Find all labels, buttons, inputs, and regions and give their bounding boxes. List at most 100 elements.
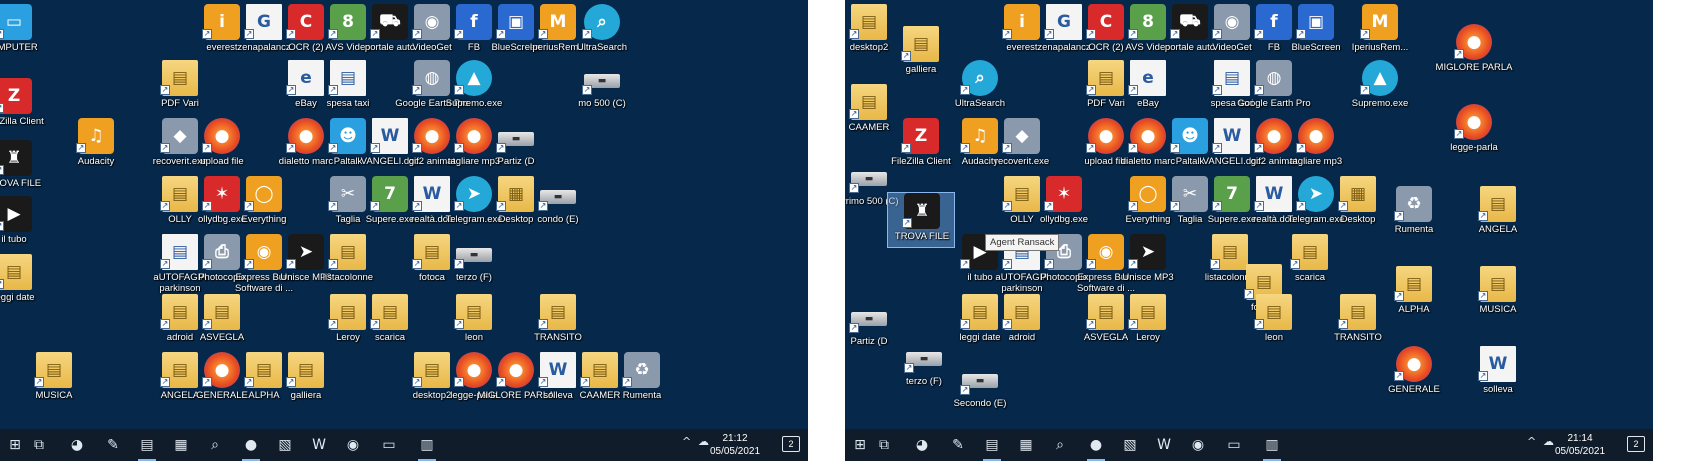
desktop-icon-omputer[interactable]: ▭↗ OMPUTER bbox=[0, 4, 48, 60]
calculator-icon[interactable]: ▦ bbox=[166, 433, 196, 457]
desktop-icon-musica[interactable]: ▤ ↗ MUSICA bbox=[20, 352, 88, 408]
shortcut-arrow-icon: ↗ bbox=[244, 259, 254, 269]
desktop-icon-asvegla[interactable]: ▤ ↗ ASVEGLA bbox=[188, 294, 256, 350]
desktop-icon-upload-file[interactable]: ● ↗ upload file bbox=[188, 118, 256, 174]
desktop-icon-supremo-exe[interactable]: ▲ ↗ Supremo.exe bbox=[440, 60, 508, 116]
taskbar-clock[interactable]: 21:12 05/05/2021 bbox=[700, 432, 770, 458]
shortcut-arrow-icon: ↗ bbox=[1128, 259, 1138, 269]
shortcut-arrow-icon: ↗ bbox=[1170, 29, 1180, 39]
shortcut-arrow-icon: ↗ bbox=[0, 165, 4, 175]
tray-chevron-icon[interactable]: ^ bbox=[1527, 435, 1536, 448]
desktop-icon-angela[interactable]: ▤ ↗ ANGELA bbox=[1464, 186, 1532, 242]
shortcut-arrow-icon: ↗ bbox=[496, 377, 506, 387]
firefox-icon[interactable]: ● bbox=[236, 433, 266, 461]
desktop-icon-label: spesa taxi bbox=[326, 98, 370, 109]
desktop-icon-recoverit-exe[interactable]: ◆ ↗ recoverit.exe bbox=[988, 118, 1056, 174]
file-explorer-icon[interactable]: ▥ bbox=[412, 433, 442, 461]
desktop-icon-iperiusrem[interactable]: M ↗ IperiusRem... bbox=[1346, 4, 1414, 60]
desktop-icon-label: terzo (F) bbox=[456, 272, 492, 283]
desktop-icon-legge-parla[interactable]: ● ↗ legge-parla bbox=[1440, 104, 1508, 160]
task-view-icon[interactable]: ⧉ bbox=[869, 433, 899, 457]
desktop-icon-miglore-parla[interactable]: ● ↗ MIGLORE PARLA bbox=[1436, 24, 1512, 80]
desktop-icon-scarica[interactable]: ▤ ↗ scarica bbox=[356, 294, 424, 350]
desktop-icon-label: Google Earth Pro bbox=[1237, 98, 1311, 109]
desktop-icon-audacity[interactable]: ♫ ↗ Audacity bbox=[62, 118, 130, 174]
tray-chevron-icon[interactable]: ^ bbox=[682, 435, 691, 448]
shortcut-arrow-icon: ↗ bbox=[286, 259, 296, 269]
desktop-icon-il-tubo[interactable]: ▶↗ il tubo bbox=[0, 196, 48, 252]
notification-center-icon[interactable]: 2 bbox=[1627, 436, 1645, 452]
chrome-icon[interactable]: ◕ bbox=[907, 433, 937, 457]
ultrasearch-icon[interactable]: ⌕ bbox=[1045, 433, 1075, 457]
desktop-icon-unisce-mp3[interactable]: ➤ ↗ Unisce MP3 bbox=[1114, 234, 1182, 290]
desktop-icon-ebay[interactable]: e ↗ eBay bbox=[1114, 60, 1182, 116]
notepad-icon[interactable]: ✎ bbox=[98, 433, 128, 457]
desktop-icon-label: ANGELA bbox=[1478, 224, 1518, 235]
chat-icon[interactable]: ▭ bbox=[1219, 433, 1249, 457]
clock-time: 21:12 bbox=[722, 433, 748, 444]
desktop-icon-rumenta[interactable]: ♻ ↗ Rumenta bbox=[1380, 186, 1448, 242]
desktop-icon-label: galliera bbox=[290, 390, 322, 401]
desktop-icon-partiz-d[interactable]: ▬ ↗ Partiz (D bbox=[482, 118, 550, 174]
desktop-icon-supremo-exe[interactable]: ▲ ↗ Supremo.exe bbox=[1346, 60, 1414, 116]
desktop-icon-tagliare-mp3[interactable]: ● ↗ tagliare mp3 bbox=[1282, 118, 1350, 174]
desktop-icon-transito[interactable]: ▤ ↗ TRANSITO bbox=[524, 294, 592, 350]
desktop-icon-filezilla-client[interactable]: Z↗ FileZilla Client bbox=[0, 78, 48, 134]
shortcut-arrow-icon: ↗ bbox=[160, 143, 170, 153]
ultrasearch-icon[interactable]: ⌕ bbox=[200, 433, 230, 457]
desktop-icon-trova-file[interactable]: ♜↗TROVA FILE bbox=[887, 192, 955, 248]
notepad-icon[interactable]: ✎ bbox=[943, 433, 973, 457]
shortcut-arrow-icon: ↗ bbox=[412, 377, 422, 387]
desktop-icon-listacolonne[interactable]: ▤ ↗ listacolonne bbox=[314, 234, 382, 290]
desktop-icon-label: TRANSITO bbox=[1334, 332, 1382, 343]
task-view-icon[interactable]: ⧉ bbox=[24, 433, 54, 457]
desktop-icon-rumenta[interactable]: ♻ ↗ Rumenta bbox=[608, 352, 676, 408]
desktop-icon-adroid[interactable]: ▤ ↗ adroid bbox=[988, 294, 1056, 350]
desktop-icon-terzo-f[interactable]: ▬ ↗ terzo (F) bbox=[440, 234, 508, 290]
chrome-icon[interactable]: ◕ bbox=[62, 433, 92, 457]
desktop-icon-ultrasearch[interactable]: ⌕ ↗ UltraSearch bbox=[946, 60, 1014, 116]
desktop-icon-spesa-taxi[interactable]: ▤ ↗ spesa taxi bbox=[314, 60, 382, 116]
desktop-icon-generale[interactable]: ● ↗ GENERALE bbox=[1380, 346, 1448, 402]
desktop-icon-solleva[interactable]: W ↗ solleva bbox=[1464, 346, 1532, 402]
desktop-icon-label: Leroy bbox=[1136, 332, 1160, 343]
desktop-icon-trova-file[interactable]: ♜↗TROVA FILE bbox=[0, 140, 48, 196]
desktop-icon-pdf-vari[interactable]: ▤ ↗ PDF Vari bbox=[146, 60, 214, 116]
word-icon[interactable]: W bbox=[1149, 433, 1179, 457]
shortcut-arrow-icon: ↗ bbox=[412, 29, 422, 39]
desktop-icon-label: UltraSearch bbox=[576, 42, 628, 53]
desktop-icon-leroy[interactable]: ▤ ↗ Leroy bbox=[1114, 294, 1182, 350]
word-icon[interactable]: W bbox=[304, 433, 334, 457]
desktop-icon-ultrasearch[interactable]: ⌕ ↗ UltraSearch bbox=[568, 4, 636, 60]
taskbar-clock[interactable]: 21:14 05/05/2021 bbox=[1545, 432, 1615, 458]
explorer-window-icon[interactable]: ▤ bbox=[132, 433, 162, 461]
desktop-icon-mo-500-c[interactable]: ▬ ↗ mo 500 (C) bbox=[568, 60, 636, 116]
desktop-icon-everything[interactable]: ◯ ↗ Everything bbox=[230, 176, 298, 232]
desktop-icon-secondo-e[interactable]: ▬ ↗ Secondo (E) bbox=[946, 360, 1014, 416]
desktop-icon-label: upload file bbox=[200, 156, 244, 167]
eye-icon[interactable]: ◉ bbox=[338, 433, 368, 457]
desktop-icon-galliera[interactable]: ▤ ↗ galliera bbox=[272, 352, 340, 408]
paint-icon[interactable]: ▧ bbox=[1115, 433, 1145, 457]
firefox-icon[interactable]: ● bbox=[1081, 433, 1111, 461]
shortcut-arrow-icon: ↗ bbox=[1002, 29, 1012, 39]
desktop-icon-condo-e[interactable]: ▬ ↗ condo (E) bbox=[524, 176, 592, 232]
desktop-icon-leon[interactable]: ▤ ↗ leon bbox=[1240, 294, 1308, 350]
desktop-icon-galliera[interactable]: ▤ ↗ galliera bbox=[887, 26, 955, 82]
file-explorer-icon[interactable]: ▥ bbox=[1257, 433, 1287, 461]
chat-icon[interactable]: ▭ bbox=[374, 433, 404, 457]
desktop-icon-ollydbg-exe[interactable]: ✶ ↗ ollydbg.exe bbox=[1030, 176, 1098, 232]
desktop-icon-label: IperiusRem... bbox=[1351, 42, 1409, 53]
desktop-icon-transito[interactable]: ▤ ↗ TRANSITO bbox=[1324, 294, 1392, 350]
desktop-icon-label: il tubo bbox=[1, 234, 27, 245]
shortcut-arrow-icon: ↗ bbox=[328, 85, 338, 95]
explorer-window-icon[interactable]: ▤ bbox=[977, 433, 1007, 461]
desktop-icon-musica[interactable]: ▤ ↗ MUSICA bbox=[1464, 266, 1532, 322]
desktop-icon-leggi-date[interactable]: ▤↗ leggi date bbox=[0, 254, 48, 310]
paint-icon[interactable]: ▧ bbox=[270, 433, 300, 457]
desktop-icon-leon[interactable]: ▤ ↗ leon bbox=[440, 294, 508, 350]
notification-center-icon[interactable]: 2 bbox=[782, 436, 800, 452]
eye-icon[interactable]: ◉ bbox=[1183, 433, 1213, 457]
desktop-icon-google-earth-pro[interactable]: ◍ ↗ Google Earth Pro bbox=[1237, 60, 1311, 116]
calculator-icon[interactable]: ▦ bbox=[1011, 433, 1041, 457]
